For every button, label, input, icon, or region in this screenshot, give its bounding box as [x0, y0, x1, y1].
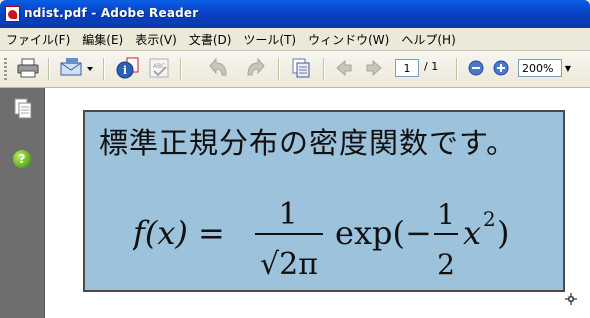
toolbar: i ABC 1 / 1 200% ▼: [0, 51, 590, 88]
navigation-panel: ?: [0, 88, 45, 318]
menu-tools[interactable]: ツール(T): [237, 31, 302, 48]
title-bar: ndist.pdf - Adobe Reader: [0, 0, 590, 28]
toolbar-separator: [456, 58, 458, 80]
density-formula: f(x) = 1 √2π exp(− 1 2 x 2 ): [133, 197, 509, 282]
rotate-left-icon: [209, 57, 227, 76]
next-page-icon: [366, 59, 382, 77]
zoom-in-button[interactable]: [490, 56, 512, 80]
zoom-dropdown-button[interactable]: ▼: [562, 59, 574, 77]
formula-exponent: 2: [483, 207, 496, 231]
email-icon: [60, 58, 93, 76]
fraction-denominator: √2π: [260, 247, 318, 282]
document-properties-icon: i: [116, 57, 139, 79]
printer-icon: [17, 58, 39, 78]
menu-edit[interactable]: 編集(E): [76, 31, 129, 48]
chevron-down-icon: ▼: [564, 63, 572, 73]
rotate-left-button[interactable]: [206, 56, 232, 80]
formula-x: x: [463, 214, 481, 252]
copy-pages-button[interactable]: [288, 56, 314, 80]
document-properties-button[interactable]: i: [113, 56, 143, 80]
cursor-icon: [565, 293, 577, 305]
page-number-input[interactable]: 1: [395, 59, 419, 77]
document-view[interactable]: 標準正規分布の密度関数です。 f(x) = 1 √2π exp(− 1 2 x …: [45, 88, 590, 318]
menu-window[interactable]: ウィンドウ(W): [302, 31, 395, 48]
toolbar-separator: [48, 58, 50, 80]
spellcheck-button[interactable]: ABC: [146, 56, 174, 80]
zoom-out-button[interactable]: [465, 56, 487, 80]
document-heading: 標準正規分布の密度関数です。: [99, 126, 517, 160]
previous-page-button[interactable]: [332, 56, 356, 80]
zoom-in-icon: [493, 60, 509, 76]
page-total-label: / 1: [424, 60, 439, 73]
previous-page-icon: [336, 59, 352, 77]
next-page-button[interactable]: [362, 56, 386, 80]
toolbar-grip[interactable]: [4, 58, 7, 80]
print-button[interactable]: [14, 56, 42, 80]
menu-help[interactable]: ヘルプ(H): [395, 31, 461, 48]
window-title: ndist.pdf - Adobe Reader: [24, 6, 199, 20]
toolbar-separator: [180, 58, 182, 80]
half-numerator: 1: [437, 198, 455, 231]
svg-text:i: i: [123, 64, 127, 77]
email-button[interactable]: [58, 56, 96, 80]
menu-view[interactable]: 表示(V): [129, 31, 183, 48]
pages-panel-button[interactable]: [14, 98, 32, 124]
zoom-level-input[interactable]: 200%: [518, 59, 562, 77]
toolbar-separator: [323, 58, 325, 80]
toolbar-separator: [103, 58, 105, 80]
exp-function: exp(−: [335, 214, 432, 252]
equation-box: 標準正規分布の密度関数です。 f(x) = 1 √2π exp(− 1 2 x …: [83, 110, 565, 292]
formula-close-paren: ): [497, 214, 509, 252]
rotate-right-icon: [247, 57, 265, 76]
menu-file[interactable]: ファイル(F): [0, 31, 76, 48]
zoom-out-icon: [468, 60, 484, 76]
rotate-right-button[interactable]: [242, 56, 268, 80]
pages-icon: [14, 98, 32, 119]
fraction-numerator: 1: [278, 197, 297, 232]
spellcheck-icon: ABC: [149, 58, 169, 78]
half-denominator: 2: [437, 248, 455, 281]
help-icon[interactable]: ?: [13, 150, 31, 168]
menu-bar: ファイル(F) 編集(E) 表示(V) 文書(D) ツール(T) ウィンドウ(W…: [0, 28, 590, 51]
pdf-file-icon: [5, 6, 20, 22]
copy-pages-icon: [292, 58, 310, 78]
formula-lhs: f(x) =: [133, 214, 225, 252]
toolbar-separator: [278, 58, 280, 80]
menu-document[interactable]: 文書(D): [183, 31, 238, 48]
